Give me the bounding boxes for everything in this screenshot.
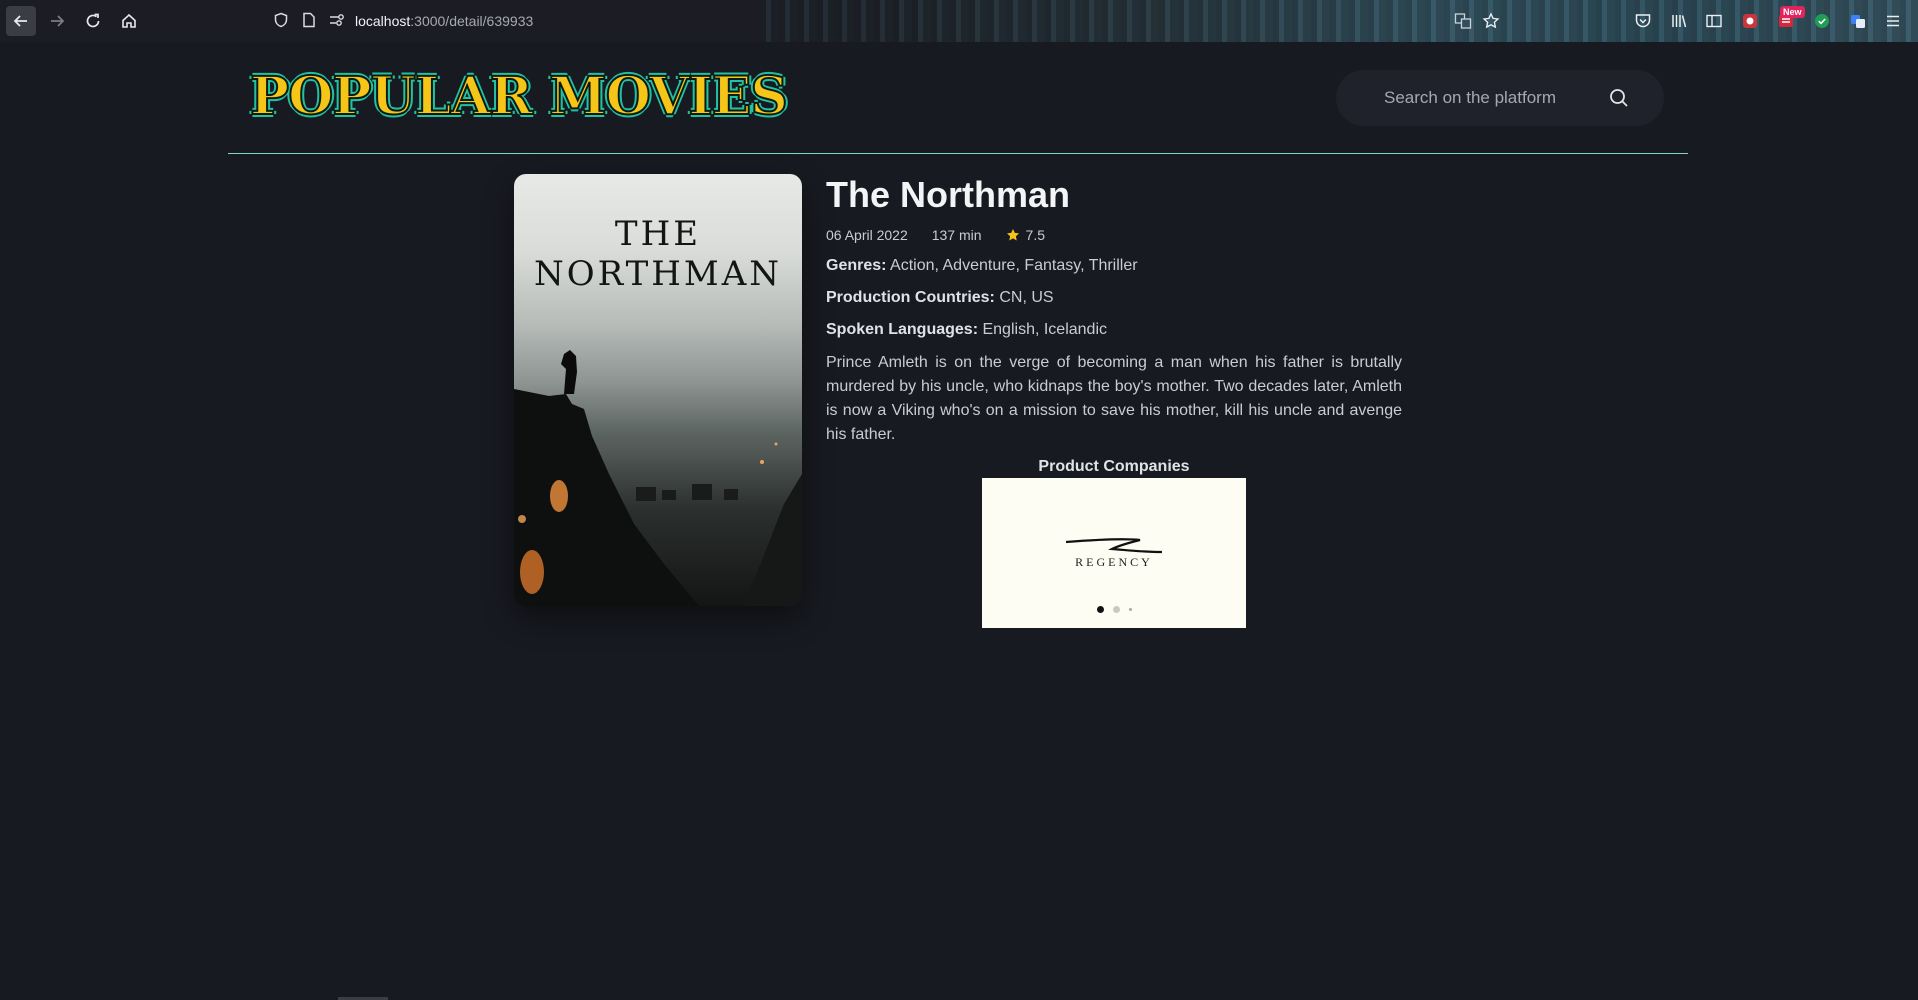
permissions-icon[interactable] (328, 11, 346, 29)
page-icon[interactable] (300, 11, 318, 29)
rating: 7.5 (1006, 227, 1069, 243)
star-icon (1006, 229, 1019, 241)
genres-label: Genres: (826, 257, 887, 274)
arrow-right-icon (51, 15, 65, 27)
arrow-left-icon (13, 15, 27, 27)
carousel-dot-3[interactable] (1128, 608, 1132, 611)
pocket-icon[interactable] (1632, 10, 1654, 32)
company-carousel[interactable]: REGENCY (982, 478, 1246, 628)
header-divider (228, 153, 1688, 154)
translate-icon[interactable] (1452, 10, 1474, 32)
home-icon (122, 13, 136, 28)
home-button[interactable] (114, 6, 144, 36)
carousel-dot-2[interactable] (1112, 606, 1120, 613)
carousel-dot-1[interactable] (1096, 606, 1104, 613)
poster-title: THE NORTHMAN (533, 214, 783, 294)
genres-row: Genres: Action, Adventure, Fantasy, Thri… (826, 257, 1138, 275)
countries-value: CN, US (999, 289, 1054, 306)
countries-label: Production Countries: (826, 289, 995, 306)
library-icon[interactable] (1668, 10, 1690, 32)
genres-value: Action, Adventure, Fantasy, Thriller (890, 257, 1138, 274)
movie-overview: Prince Amleth is on the verge of becomin… (826, 354, 1402, 443)
release-date: 06 April 2022 (826, 227, 908, 243)
forward-button[interactable] (42, 6, 72, 36)
movie-meta: 06 April 2022 137 min 7.5 (826, 227, 1069, 243)
extension-translate-icon[interactable] (1847, 10, 1869, 32)
bookmark-star-icon[interactable] (1480, 10, 1502, 32)
extension-red-icon[interactable] (1739, 10, 1761, 32)
movie-title: The Northman (826, 174, 1071, 215)
company-name: REGENCY (1075, 555, 1153, 569)
url-path: :3000/detail/639933 (410, 13, 534, 29)
languages-label: Spoken Languages: (826, 321, 979, 338)
search-box[interactable] (1336, 70, 1664, 126)
carousel-dots (982, 606, 1246, 613)
browser-toolbar: localhost:3000/detail/639933 New (0, 0, 1918, 42)
languages-value: English, Icelandic (982, 321, 1107, 338)
site-logo[interactable]: POPULAR MOVIES (249, 67, 789, 127)
runtime: 137 min (931, 227, 982, 243)
movie-poster: THE NORTHMAN (514, 174, 802, 606)
back-button[interactable] (6, 6, 36, 36)
extension-shield-check-icon[interactable] (1811, 10, 1833, 32)
languages-row: Spoken Languages: English, Icelandic (826, 321, 1107, 339)
url-host: localhost (355, 13, 411, 29)
address-bar[interactable]: localhost:3000/detail/639933 (355, 13, 533, 29)
search-input[interactable] (1384, 88, 1604, 108)
reload-button[interactable] (78, 6, 108, 36)
menu-icon[interactable] (1882, 10, 1904, 32)
new-badge: New (1780, 6, 1805, 18)
rating-value: 7.5 (1025, 227, 1046, 243)
shield-icon[interactable] (272, 11, 290, 29)
countries-row: Production Countries: CN, US (826, 289, 1054, 307)
companies-title: Product Companies (1038, 458, 1190, 475)
reload-icon (86, 13, 100, 28)
search-icon[interactable] (1608, 87, 1630, 109)
sidebar-icon[interactable] (1703, 10, 1725, 32)
